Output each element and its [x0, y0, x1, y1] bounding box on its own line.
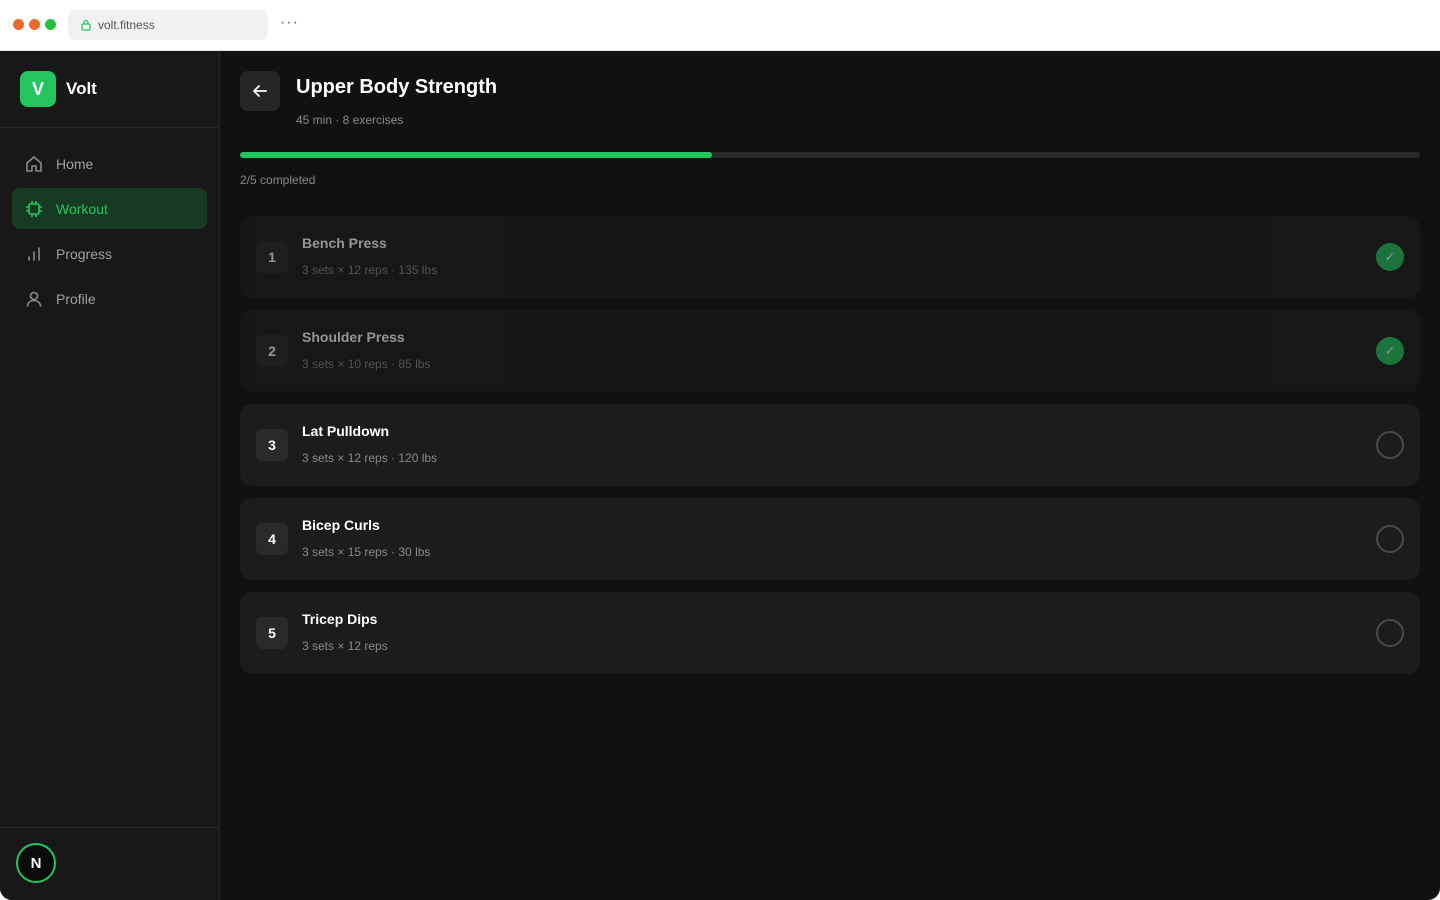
exercise-card[interactable]: 4 Bicep Curls 3 sets × 15 reps · 30 lbs … [240, 498, 1420, 580]
window-maximize-button[interactable] [45, 19, 56, 30]
workout-detail: Upper Body Strength 45 min · 8 exercises… [240, 51, 1420, 900]
exercise-name: Bench Press [302, 235, 387, 251]
sidebar: V Volt Home Workout Progress Profile N [0, 51, 220, 900]
arrow-left-icon [253, 85, 267, 97]
exercise-number: 2 [256, 335, 288, 367]
complete-toggle[interactable]: ✓ [1376, 619, 1404, 647]
progress-bar-fill [240, 152, 712, 158]
window-close-button[interactable] [13, 19, 24, 30]
brand-name: Volt [66, 79, 97, 98]
dumbbell-icon [24, 199, 44, 219]
avatar[interactable]: N [16, 843, 56, 883]
sidebar-item-label: Home [56, 155, 94, 172]
sidebar-item-label: Progress [56, 245, 113, 262]
exercise-details: 3 sets × 15 reps · 30 lbs [302, 545, 431, 559]
exercise-name: Shoulder Press [302, 329, 405, 345]
check-icon: ✓ [1384, 343, 1396, 358]
exercise-details: 3 sets × 12 reps [302, 639, 388, 653]
workout-summary: 45 min · 8 exercises [296, 113, 404, 127]
sidebar-item-label: Profile [56, 290, 96, 307]
exercise-details: 3 sets × 12 reps · 120 lbs [302, 451, 438, 465]
exercise-card[interactable]: 1 Bench Press 3 sets × 12 reps · 135 lbs… [240, 216, 1420, 298]
exercise-number: 3 [256, 429, 288, 461]
lock-icon [81, 19, 91, 31]
exercise-card[interactable]: 5 Tricep Dips 3 sets × 12 reps ✓ [240, 592, 1420, 674]
sidebar-nav: Home Workout Progress Profile [12, 143, 207, 323]
exercise-details: 3 sets × 12 reps · 135 lbs [302, 263, 438, 277]
address-bar[interactable]: volt.fitness [68, 10, 268, 40]
check-icon: ✓ [1384, 249, 1396, 264]
exercise-number: 1 [256, 241, 288, 273]
complete-toggle[interactable]: ✓ [1376, 525, 1404, 553]
exercise-card[interactable]: 3 Lat Pulldown 3 sets × 12 reps · 120 lb… [240, 404, 1420, 486]
window-minimize-button[interactable] [29, 19, 40, 30]
exercise-name: Tricep Dips [302, 611, 378, 627]
exercise-number: 4 [256, 523, 288, 555]
sidebar-item-profile[interactable]: Profile [12, 278, 207, 319]
sidebar-item-label: Workout [56, 200, 108, 217]
browser-toolbar: volt.fitness ··· [0, 0, 1440, 51]
divider [0, 127, 219, 128]
brand-logo: V [20, 71, 56, 107]
exercise-number: 5 [256, 617, 288, 649]
exercise-card[interactable]: 2 Shoulder Press 3 sets × 10 reps · 85 l… [240, 310, 1420, 392]
url-text: volt.fitness [98, 18, 155, 32]
complete-toggle[interactable]: ✓ [1376, 431, 1404, 459]
bar-chart-icon [24, 244, 44, 264]
home-icon [24, 154, 44, 174]
complete-toggle[interactable]: ✓ [1376, 337, 1404, 365]
brand[interactable]: V Volt [20, 71, 97, 107]
exercise-list: 1 Bench Press 3 sets × 12 reps · 135 lbs… [240, 216, 1420, 686]
progress-bar [240, 152, 1420, 158]
progress-label: 2/5 completed [240, 173, 316, 187]
sidebar-item-home[interactable]: Home [12, 143, 207, 184]
back-button[interactable] [240, 71, 280, 111]
sidebar-item-workout[interactable]: Workout [12, 188, 207, 229]
divider [0, 827, 219, 828]
more-menu-icon[interactable]: ··· [280, 14, 299, 32]
app-window: V Volt Home Workout Progress Profile N U… [0, 51, 1440, 900]
page-title: Upper Body Strength [296, 76, 498, 98]
exercise-name: Lat Pulldown [302, 423, 390, 439]
exercise-name: Bicep Curls [302, 517, 380, 533]
exercise-details: 3 sets × 10 reps · 85 lbs [302, 357, 431, 371]
user-icon [24, 289, 44, 309]
sidebar-item-progress[interactable]: Progress [12, 233, 207, 274]
complete-toggle[interactable]: ✓ [1376, 243, 1404, 271]
